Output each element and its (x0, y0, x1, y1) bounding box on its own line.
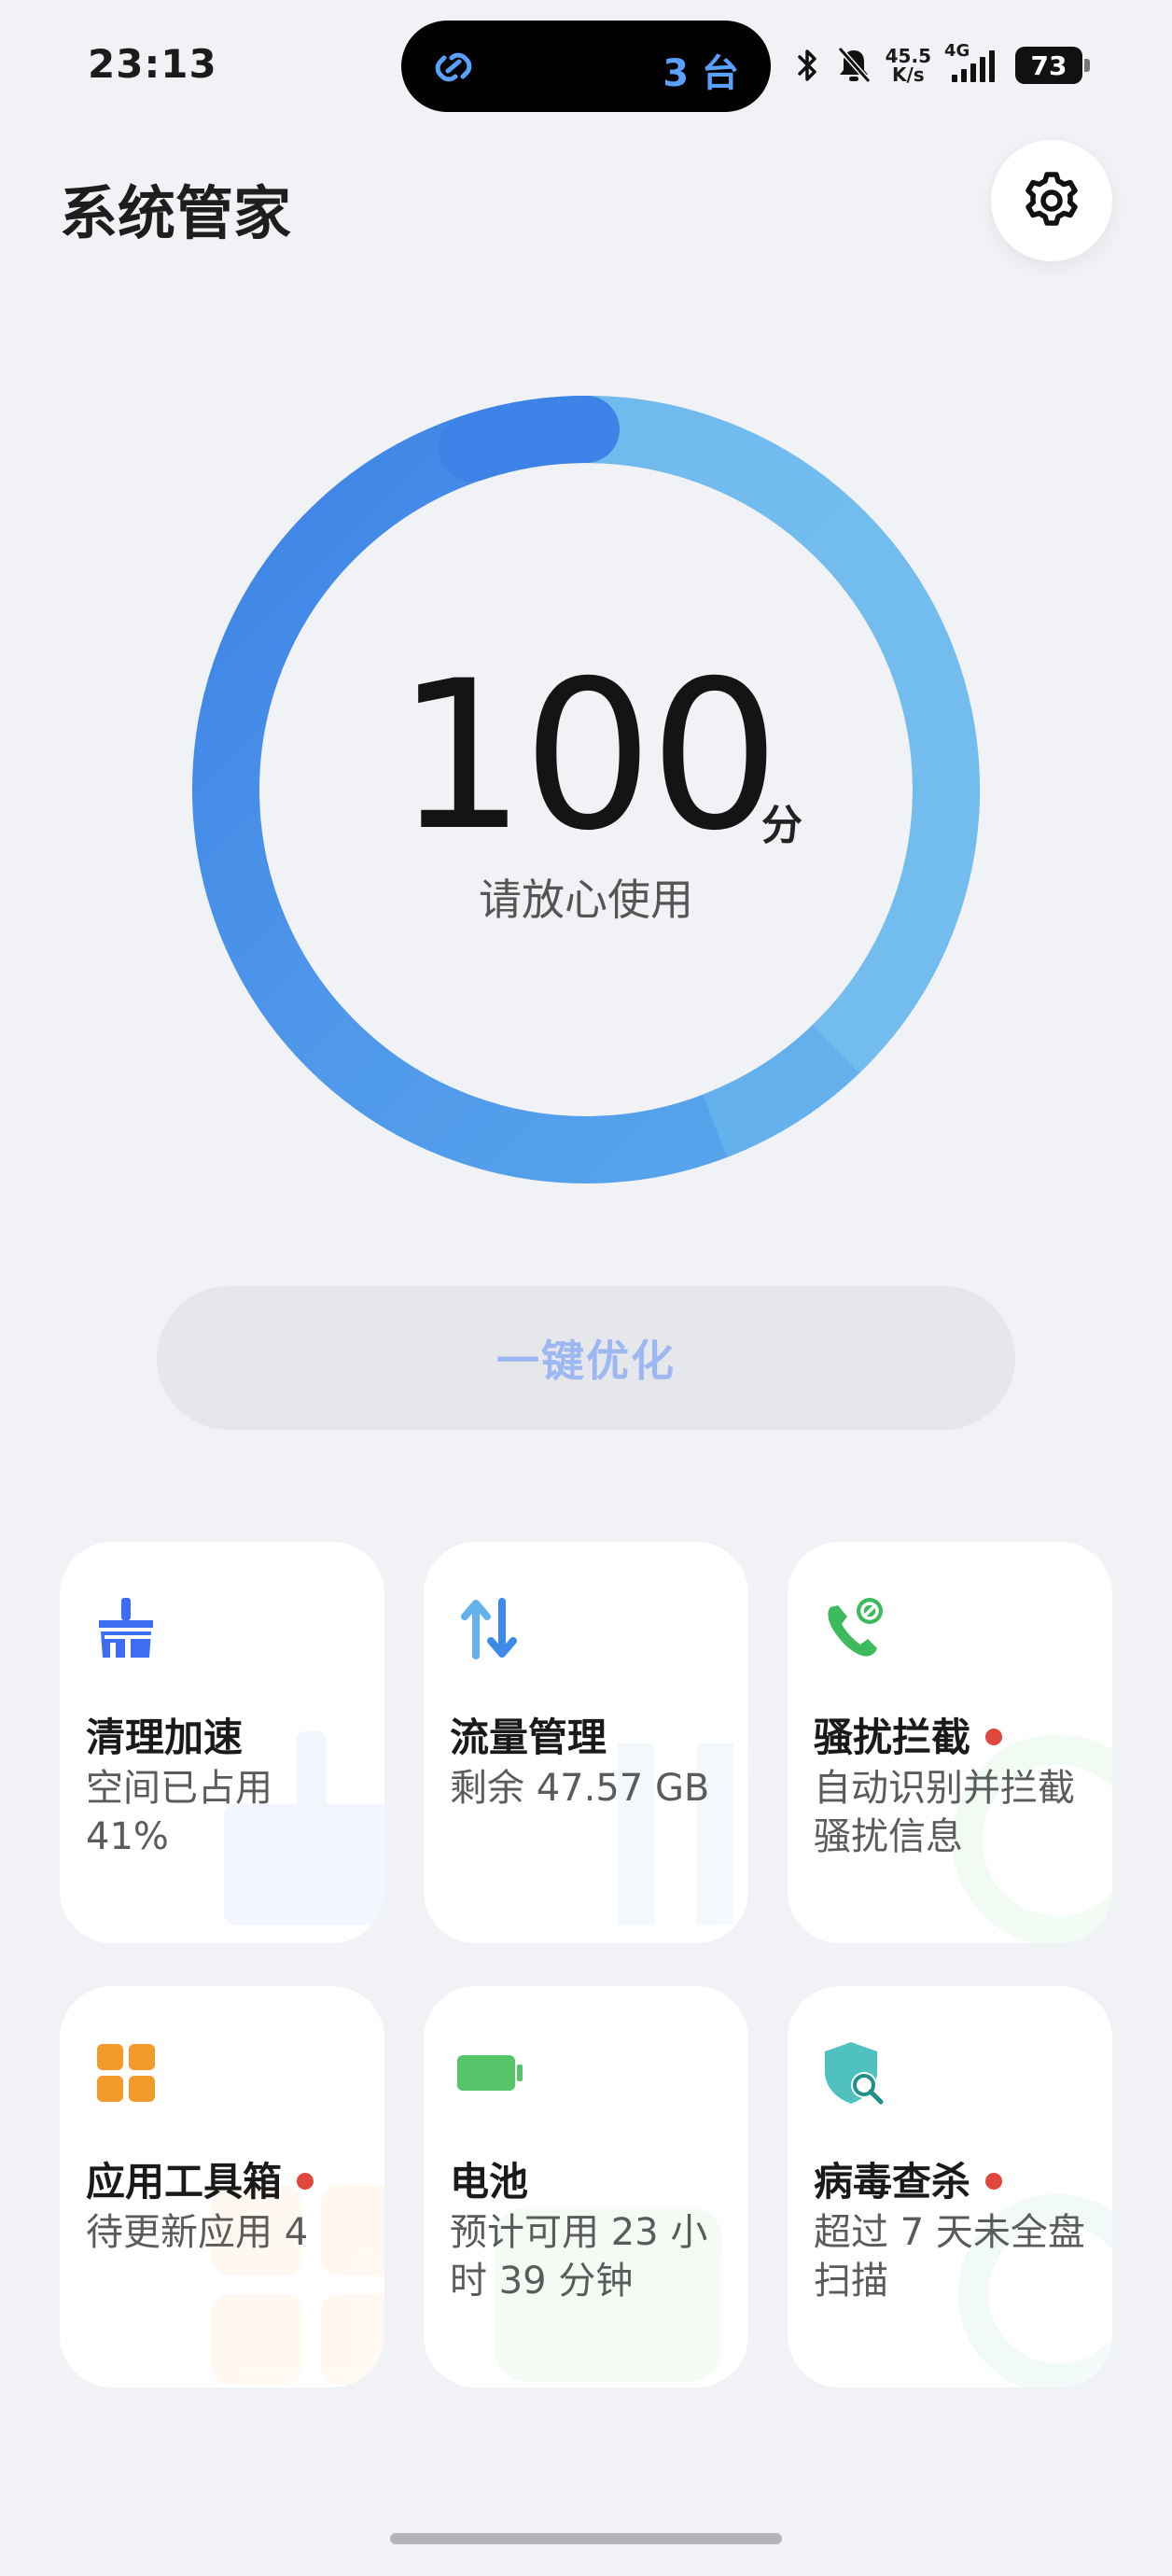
tile-subtitle: 空间已占用 41% (86, 1767, 272, 1858)
tile-title: 病毒查杀 (814, 2150, 1003, 2207)
battery-indicator: 73 (1015, 47, 1090, 84)
network-speed: 45.5 K/s (885, 45, 931, 86)
tile-title: 骚扰拦截 (814, 1706, 1003, 1763)
tile-title: 清理加速 (86, 1715, 244, 1760)
page-title: 系统管家 (60, 179, 292, 247)
tile-harassment-block[interactable]: 骚扰拦截 自动识别并拦截骚扰信息 (788, 1542, 1112, 1943)
broom-icon (99, 1598, 153, 1658)
tile-title: 电池 (450, 2159, 529, 2205)
tile-subtitle: 预计可用 23 小时 39 分钟 (450, 2211, 708, 2303)
shield-scan-icon (825, 2042, 884, 2105)
one-click-optimize-button[interactable]: 一键优化 (157, 1286, 1015, 1430)
dynamic-island[interactable]: 3 台 (401, 21, 771, 112)
tile-subtitle: 剩余 47.57 GB (450, 1767, 710, 1810)
tile-clean-speedup[interactable]: 清理加速 空间已占用 41% (60, 1542, 384, 1943)
score-value: 100 (396, 637, 780, 875)
notification-dot (297, 2172, 314, 2190)
status-icons: 45.5 K/s 4G 73 (794, 39, 1090, 91)
tile-virus-scan[interactable]: 病毒查杀 超过 7 天未全盘扫描 (788, 1986, 1112, 2387)
phone-block-icon (828, 1598, 883, 1657)
tile-subtitle: 超过 7 天未全盘扫描 (814, 2211, 1085, 2303)
connected-devices: 3 台 (663, 52, 739, 95)
tile-subtitle: 自动识别并拦截骚扰信息 (814, 1767, 1075, 1858)
tile-subtitle: 待更新应用 4 (86, 2211, 309, 2254)
link-icon (435, 52, 472, 82)
status-time: 23:13 (88, 41, 217, 87)
tile-data-management[interactable]: 流量管理 剩余 47.57 GB (424, 1542, 748, 1943)
bell-mute-icon (837, 47, 871, 83)
score-status: 请放心使用 (479, 875, 693, 925)
score-unit: 分 (761, 802, 802, 849)
home-indicator[interactable] (390, 2533, 782, 2544)
battery-icon (457, 2055, 523, 2091)
notification-dot (985, 1728, 1003, 1745)
settings-button[interactable] (991, 140, 1112, 261)
tile-battery[interactable]: 电池 预计可用 23 小时 39 分钟 (424, 1986, 748, 2387)
notification-dot (985, 2172, 1003, 2190)
gear-icon (1026, 172, 1078, 226)
signal-icon: 4G (944, 41, 1002, 86)
tile-title: 应用工具箱 (86, 2150, 314, 2207)
grid-apps-icon (97, 2044, 155, 2102)
bluetooth-icon (797, 49, 816, 81)
tile-title: 流量管理 (450, 1715, 607, 1760)
data-arrows-icon (461, 1598, 517, 1659)
tile-app-toolbox[interactable]: 应用工具箱 待更新应用 4 (60, 1986, 384, 2387)
